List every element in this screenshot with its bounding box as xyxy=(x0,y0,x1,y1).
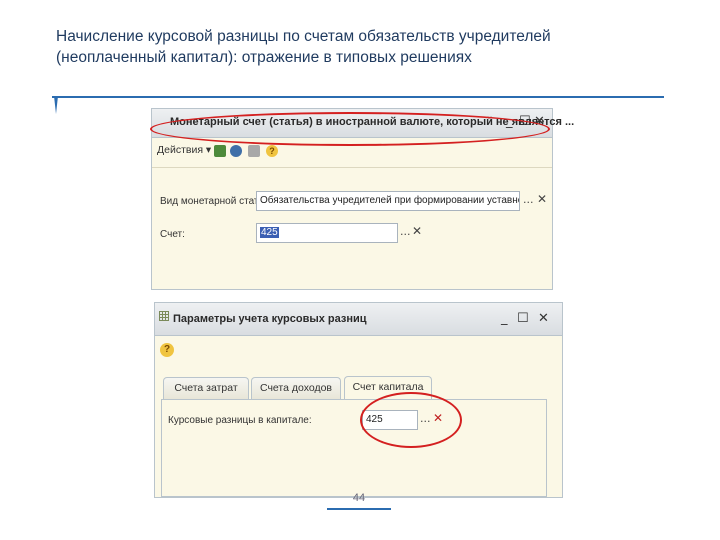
close-icon[interactable]: ✕ xyxy=(538,311,549,327)
page-number-rule xyxy=(327,508,391,510)
page-number: 44 xyxy=(352,492,366,504)
title-hook-decoration xyxy=(54,96,58,114)
maximize-icon[interactable]: ☐ xyxy=(517,311,529,327)
actions-menu-button[interactable]: Действия ▾ xyxy=(157,144,211,156)
lock-icon[interactable] xyxy=(248,145,260,157)
tab-income-accounts[interactable]: Счета доходов xyxy=(251,377,341,399)
grid-icon xyxy=(159,311,169,321)
select-button[interactable]: ... xyxy=(400,225,411,238)
account-value: 425 xyxy=(260,227,279,238)
title-divider xyxy=(52,96,664,98)
slide-title: Начисление курсовой разницы по счетам об… xyxy=(56,28,551,66)
select-button[interactable]: ... xyxy=(523,193,534,206)
highlight-oval-title xyxy=(150,112,550,146)
monetary-item-type-value: Обязательства учредителей при формирован… xyxy=(260,195,519,206)
save-icon[interactable] xyxy=(214,145,226,157)
window-title: Параметры учета курсовых разниц xyxy=(173,313,367,325)
tab-panel: Курсовые разницы в капитале: 425 ... ✕ xyxy=(161,399,547,497)
monetary-item-type-field[interactable]: Обязательства учредителей при формирован… xyxy=(256,191,520,211)
capital-diff-label: Курсовые разницы в капитале: xyxy=(168,415,312,426)
account-field[interactable]: 425 xyxy=(256,223,398,243)
clear-icon[interactable]: ✕ xyxy=(412,224,422,238)
account-label: Счет: xyxy=(160,229,185,240)
refresh-icon[interactable] xyxy=(230,145,242,157)
clear-icon[interactable]: ✕ xyxy=(537,192,547,206)
highlight-oval-field xyxy=(360,392,462,448)
tab-expense-accounts[interactable]: Счета затрат xyxy=(163,377,249,399)
help-icon[interactable]: ? xyxy=(266,145,278,157)
help-icon[interactable]: ? xyxy=(160,343,174,357)
exchange-diff-params-window: Параметры учета курсовых разниц _ ☐ ✕ ? … xyxy=(154,302,563,498)
minimize-icon[interactable]: _ xyxy=(501,311,508,327)
window-titlebar[interactable]: Параметры учета курсовых разниц _ ☐ ✕ xyxy=(155,303,562,336)
